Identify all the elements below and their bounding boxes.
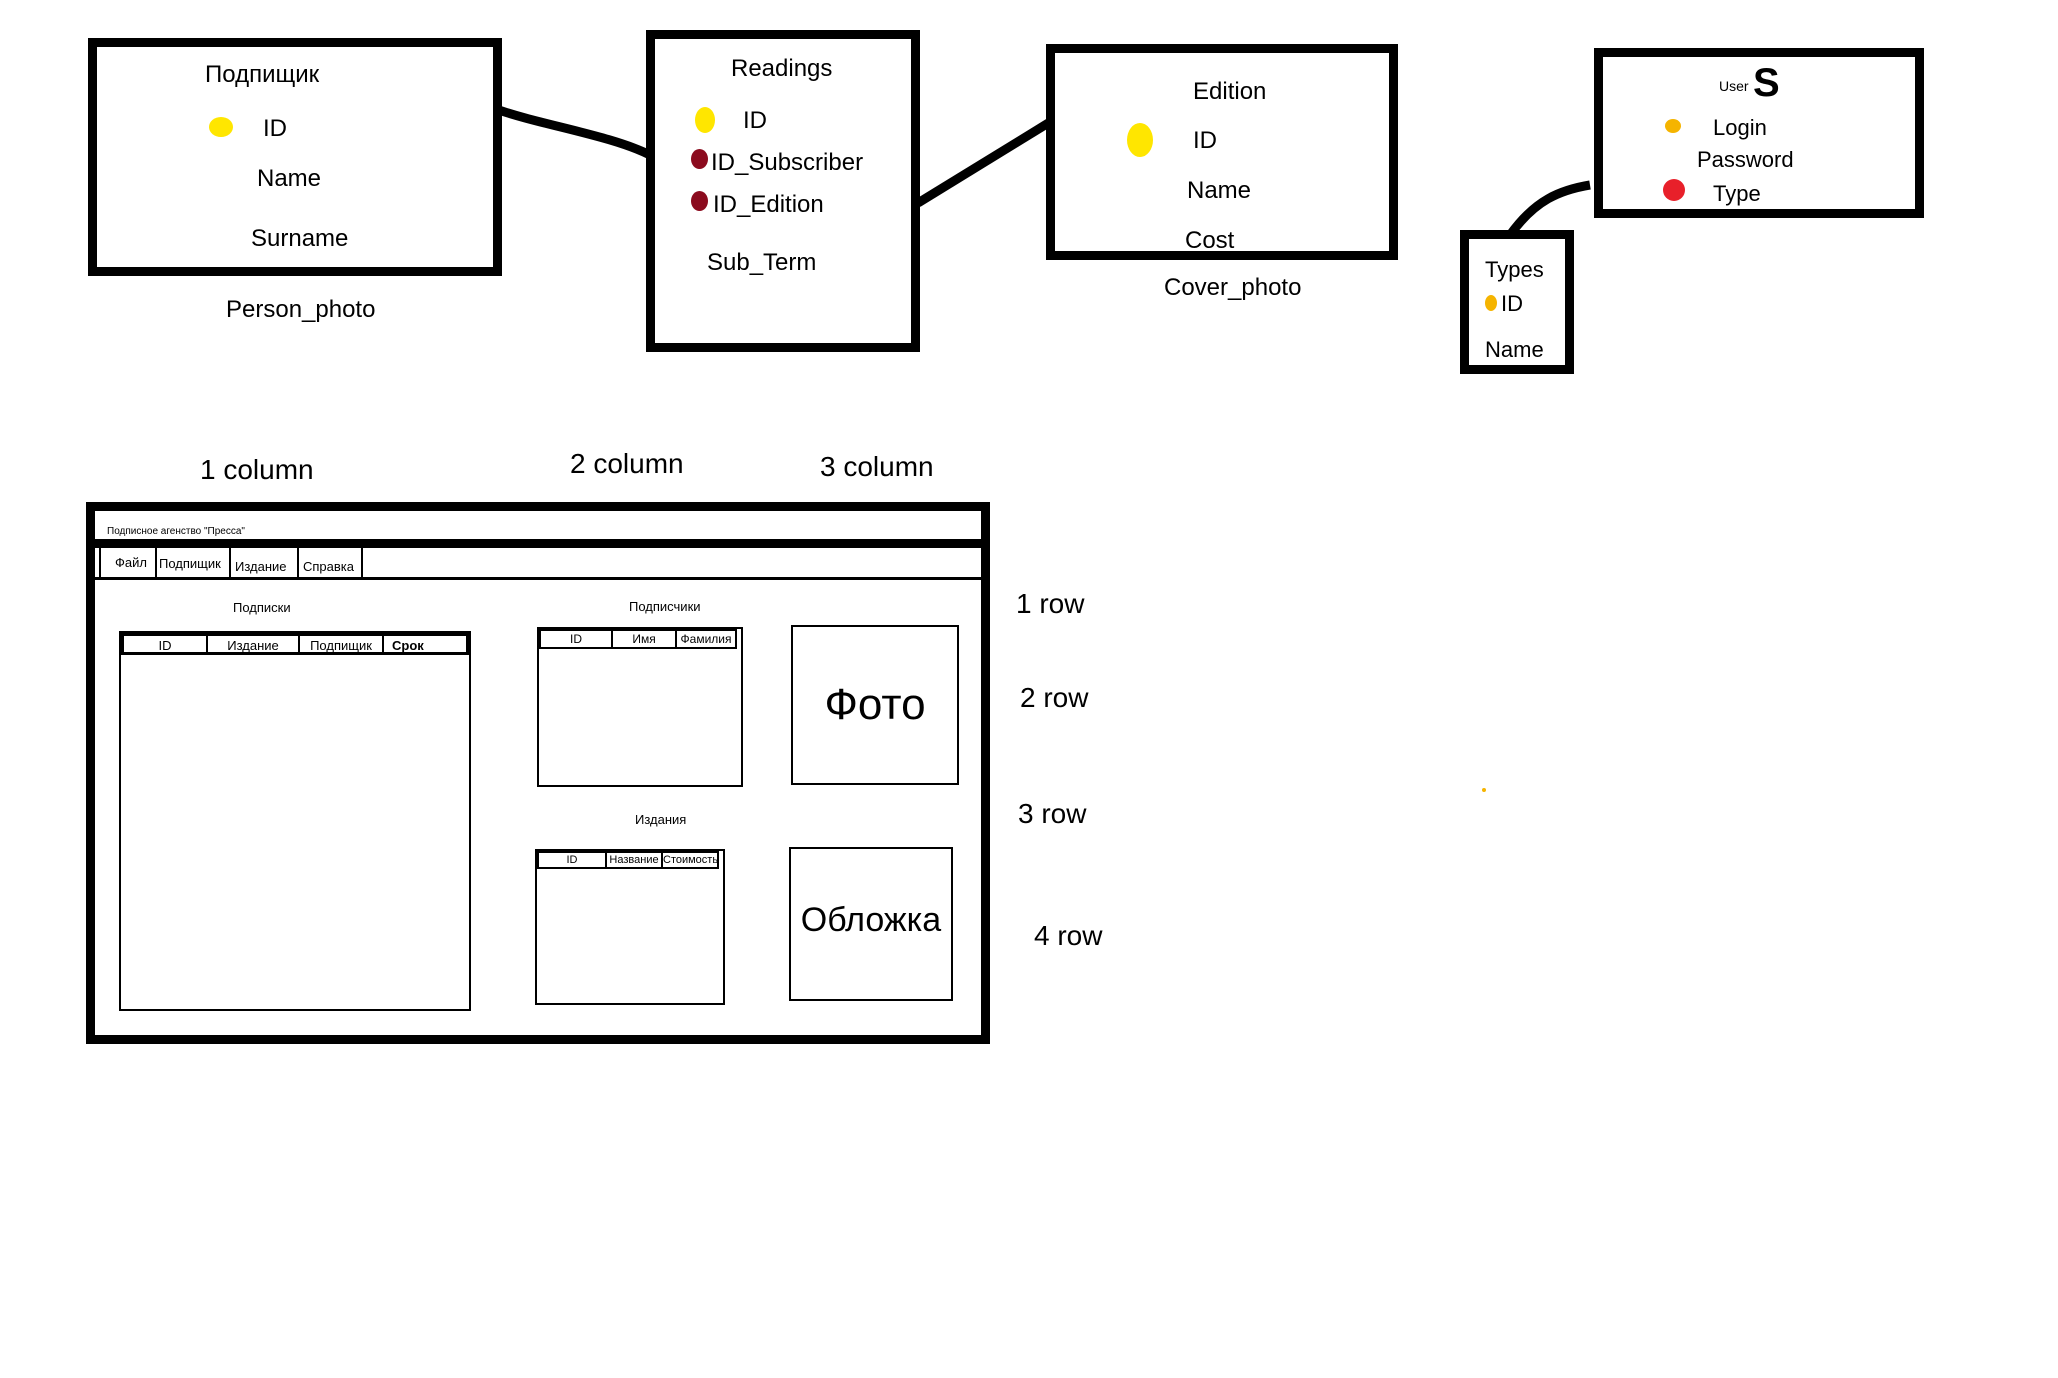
subscriber-readings-link xyxy=(491,103,653,160)
cover-label: Обложка xyxy=(800,901,942,939)
readings-entity: Readings ID ID_Subscriber ID_Edition Sub… xyxy=(646,30,920,352)
row-label-2: 2 row xyxy=(1020,682,1089,713)
readings-field-sub-term: Sub_Term xyxy=(707,249,817,276)
row-label-3: 3 row xyxy=(1018,798,1087,829)
users-title-suffix: S xyxy=(1753,61,1780,105)
menu-bar: Файл Подпищик Издание Справка xyxy=(95,548,981,580)
menu-item-subscriber[interactable]: Подпищик xyxy=(157,548,231,577)
users-title: User xyxy=(1719,78,1749,94)
users-types-link xyxy=(1506,180,1591,238)
users-field-password: Password xyxy=(1697,147,1794,172)
subscriber-field-surname: Surname xyxy=(251,225,349,252)
subscriber-caption: Person_photo xyxy=(226,296,376,323)
cover-box[interactable]: Обложка xyxy=(789,847,953,1001)
photo-label: Фото xyxy=(824,680,926,729)
primary-key-icon xyxy=(1485,295,1497,311)
readings-title: Readings xyxy=(731,55,833,82)
menu-item-file[interactable]: Файл xyxy=(99,548,157,577)
column-header-id[interactable]: ID xyxy=(124,636,208,652)
column-header-last-name[interactable]: Фамилия xyxy=(677,631,735,647)
column-label-3: 3 column xyxy=(820,451,934,482)
row-label-4: 4 row xyxy=(1034,920,1103,951)
column-label-2: 2 column xyxy=(570,448,684,479)
menu-item-help[interactable]: Справка xyxy=(299,548,363,577)
editions-header: ID Название Стоимость xyxy=(537,851,719,869)
subscriptions-header: ID Издание Подпищик Срок xyxy=(121,633,469,655)
editions-table[interactable]: ID Название Стоимость xyxy=(535,849,725,1005)
column-label-1: 1 column xyxy=(200,454,314,485)
subscriptions-title: Подписки xyxy=(233,600,291,615)
edition-entity: Edition ID Name Cost xyxy=(1046,44,1398,260)
stray-dot xyxy=(1482,788,1486,792)
column-header-term[interactable]: Срок xyxy=(384,636,470,652)
subscribers-header: ID Имя Фамилия xyxy=(539,629,737,649)
photo-box[interactable]: Фото xyxy=(791,625,959,785)
users-field-type: Type xyxy=(1713,181,1761,206)
readings-edition-link xyxy=(915,118,1053,207)
subscriber-title: Подпищик xyxy=(205,61,320,88)
subscribers-table[interactable]: ID Имя Фамилия xyxy=(537,627,743,787)
column-header-first-name[interactable]: Имя xyxy=(613,631,677,647)
types-entity: Types ID Name xyxy=(1460,230,1574,374)
subscriber-field-id: ID xyxy=(263,115,287,142)
column-header-edition[interactable]: Издание xyxy=(208,636,300,652)
login-key-icon xyxy=(1665,119,1681,133)
types-field-id: ID xyxy=(1501,291,1523,316)
primary-key-icon xyxy=(209,117,233,137)
primary-key-icon xyxy=(1127,123,1153,157)
subscriber-field-name: Name xyxy=(257,165,322,192)
edition-caption: Cover_photo xyxy=(1164,274,1302,301)
app-window-mockup: Подписное агенство "Пресса" Файл Подпищи… xyxy=(86,502,990,1044)
types-field-name: Name xyxy=(1485,337,1544,362)
users-field-login: Login xyxy=(1713,115,1767,140)
subscribers-title: Подписчики xyxy=(629,599,701,614)
column-header-title[interactable]: Название xyxy=(607,853,663,867)
subscriber-entity: Подпищик ID Name Surname xyxy=(88,38,502,276)
foreign-key-icon xyxy=(691,149,708,169)
window-title: Подписное агенство "Пресса" xyxy=(107,526,245,537)
column-header-id[interactable]: ID xyxy=(539,853,607,867)
edition-field-name: Name xyxy=(1187,177,1252,204)
window-title-bar: Подписное агенство "Пресса" xyxy=(95,511,981,548)
readings-field-id-subscriber: ID_Subscriber xyxy=(711,149,864,176)
subscriptions-table[interactable]: ID Издание Подпищик Срок xyxy=(119,631,471,1011)
menu-item-edition[interactable]: Издание xyxy=(231,548,299,577)
editions-title: Издания xyxy=(635,812,687,827)
row-label-1: 1 row xyxy=(1016,588,1085,619)
column-header-cost[interactable]: Стоимость xyxy=(663,853,717,867)
users-entity: User S Login Password Type xyxy=(1594,48,1924,218)
edition-field-id: ID xyxy=(1193,127,1217,154)
column-header-subscriber[interactable]: Подпищик xyxy=(300,636,384,652)
edition-field-cost: Cost xyxy=(1185,227,1235,254)
type-key-icon xyxy=(1663,179,1685,201)
primary-key-icon xyxy=(695,107,715,133)
types-title: Types xyxy=(1485,257,1544,282)
readings-field-id: ID xyxy=(743,107,767,134)
edition-title: Edition xyxy=(1193,78,1267,105)
readings-field-id-edition: ID_Edition xyxy=(713,191,824,218)
column-header-id[interactable]: ID xyxy=(541,631,613,647)
foreign-key-icon xyxy=(691,191,708,211)
